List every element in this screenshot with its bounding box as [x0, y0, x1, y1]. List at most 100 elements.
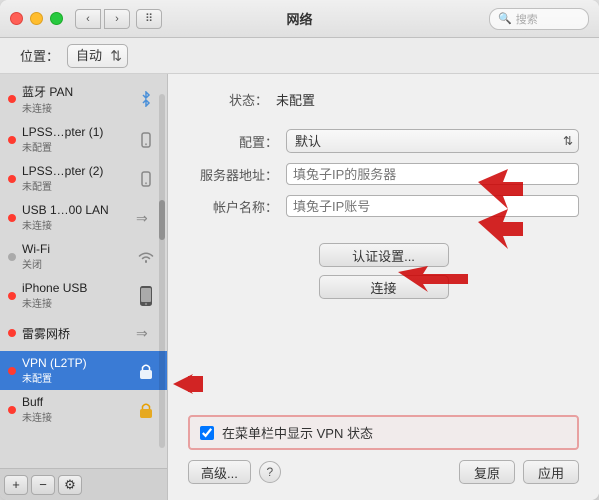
grid-button[interactable]: ⠿ — [136, 9, 162, 29]
server-input[interactable] — [286, 163, 579, 185]
item-name-thunder: 雷雾网桥 — [22, 325, 129, 342]
item-text-vpn: VPN (L2TP) 未配置 — [22, 356, 129, 385]
wifi-icon — [133, 244, 159, 270]
scrollbar-track — [159, 94, 165, 448]
sidebar-item-wifi[interactable]: Wi-Fi 关闭 — [0, 237, 167, 276]
account-row: 帐户名称： — [188, 195, 579, 217]
sidebar-item-buff[interactable]: Buff 未连接 — [0, 390, 167, 429]
status-dot-usb — [8, 214, 16, 222]
phone-icon-2 — [133, 166, 159, 192]
server-row: 服务器地址： — [188, 163, 579, 185]
sidebar-item-lpss1[interactable]: LPSS…pter (1) 未配置 — [0, 120, 167, 159]
connect-button[interactable]: 连接 — [319, 275, 449, 299]
server-label: 服务器地址： — [188, 165, 278, 184]
status-dot-wifi — [8, 253, 16, 261]
location-select[interactable]: 自动 — [67, 44, 128, 68]
item-status-buff: 未连接 — [22, 409, 129, 424]
sidebar-item-vpn[interactable]: VPN (L2TP) 未配置 — [0, 351, 167, 390]
minimize-button[interactable] — [30, 12, 43, 25]
status-dot-buff — [8, 406, 16, 414]
svg-text:⇒: ⇒ — [136, 210, 148, 226]
status-value: 未配置 — [276, 90, 315, 109]
scrollbar-thumb[interactable] — [159, 200, 165, 240]
forward-button[interactable]: › — [104, 9, 130, 29]
buttons-row: 认证设置... 连接 — [188, 243, 579, 299]
usb-icon: ⇒ — [133, 205, 159, 231]
item-text-usb: USB 1…00 LAN 未连接 — [22, 203, 129, 232]
bluetooth-icon — [133, 86, 159, 112]
status-dot-bluetooth — [8, 95, 16, 103]
auth-button[interactable]: 认证设置... — [319, 243, 449, 267]
add-button[interactable]: + — [4, 475, 28, 495]
item-status-wifi: 关闭 — [22, 256, 129, 271]
item-name-bluetooth: 蓝牙 PAN — [22, 83, 129, 100]
svg-text:⇒: ⇒ — [136, 325, 148, 341]
status-dot-vpn — [8, 367, 16, 375]
window-title: 网络 — [286, 9, 312, 28]
account-input[interactable] — [286, 195, 579, 217]
nav-buttons: ‹ › — [75, 9, 130, 29]
apply-button[interactable]: 应用 — [523, 460, 579, 484]
item-name-lpss2: LPSS…pter (2) — [22, 164, 129, 178]
sidebar-item-lpss2[interactable]: LPSS…pter (2) 未配置 — [0, 159, 167, 198]
item-status-iphone-usb: 未连接 — [22, 295, 129, 310]
sidebar: 蓝牙 PAN 未连接 LPSS…pter (1) 未配置 — [0, 74, 168, 500]
item-text-thunder: 雷雾网桥 — [22, 325, 129, 342]
sidebar-item-usb[interactable]: USB 1…00 LAN 未连接 ⇒ — [0, 198, 167, 237]
search-box[interactable]: 🔍 搜索 — [489, 8, 589, 30]
titlebar: ‹ › ⠿ 网络 🔍 搜索 — [0, 0, 599, 38]
right-panel: 状态： 未配置 配置： 默认 ⇅ 服务器地址： — [168, 74, 599, 500]
phone-icon-1 — [133, 127, 159, 153]
search-placeholder: 搜索 — [516, 11, 538, 27]
config-row: 配置： 默认 ⇅ — [188, 129, 579, 153]
location-bar: 位置： 自动 ⇅ — [0, 38, 599, 74]
main-content: 蓝牙 PAN 未连接 LPSS…pter (1) 未配置 — [0, 74, 599, 500]
item-name-usb: USB 1…00 LAN — [22, 203, 129, 217]
network-window: ‹ › ⠿ 网络 🔍 搜索 位置： 自动 ⇅ 蓝牙 — [0, 0, 599, 500]
thunder-icon: ⇒ — [133, 320, 159, 346]
status-dot-lpss1 — [8, 136, 16, 144]
config-select-wrapper: 默认 ⇅ — [286, 129, 579, 153]
search-icon: 🔍 — [498, 12, 512, 25]
sidebar-item-thunder[interactable]: 雷雾网桥 ⇒ — [0, 315, 167, 351]
item-name-vpn: VPN (L2TP) — [22, 356, 129, 370]
item-text-wifi: Wi-Fi 关闭 — [22, 242, 129, 271]
item-text-buff: Buff 未连接 — [22, 395, 129, 424]
checkbox-row: 在菜单栏中显示 VPN 状态 — [188, 415, 579, 450]
item-text-iphone-usb: iPhone USB 未连接 — [22, 281, 129, 310]
location-select-wrapper: 自动 ⇅ — [67, 44, 128, 68]
revert-button[interactable]: 复原 — [459, 460, 515, 484]
config-label: 配置： — [188, 132, 278, 151]
item-status-lpss2: 未配置 — [22, 178, 129, 193]
sidebar-item-iphone-usb[interactable]: iPhone USB 未连接 — [0, 276, 167, 315]
iphone-icon — [133, 283, 159, 309]
question-button[interactable]: ? — [259, 461, 281, 483]
bottom-buttons: 高级... ? 复原 应用 — [188, 460, 579, 484]
advanced-button[interactable]: 高级... — [188, 460, 251, 484]
back-button[interactable]: ‹ — [75, 9, 101, 29]
close-button[interactable] — [10, 12, 23, 25]
sidebar-item-bluetooth[interactable]: 蓝牙 PAN 未连接 — [0, 78, 167, 120]
bottom-section: 在菜单栏中显示 VPN 状态 高级... ? 复原 应用 — [188, 403, 579, 484]
item-name-iphone-usb: iPhone USB — [22, 281, 129, 295]
item-status-vpn: 未配置 — [22, 370, 129, 385]
gear-button[interactable]: ⚙ — [58, 475, 82, 495]
traffic-lights — [10, 12, 63, 25]
status-dot-thunder — [8, 329, 16, 337]
location-label: 位置： — [20, 46, 59, 65]
config-select[interactable]: 默认 — [286, 129, 579, 153]
maximize-button[interactable] — [50, 12, 63, 25]
sidebar-toolbar: + − ⚙ — [0, 468, 167, 500]
status-dot-lpss2 — [8, 175, 16, 183]
status-label: 状态： — [188, 90, 268, 109]
item-text-lpss2: LPSS…pter (2) 未配置 — [22, 164, 129, 193]
vpn-status-checkbox[interactable] — [200, 426, 214, 440]
item-text-bluetooth: 蓝牙 PAN 未连接 — [22, 83, 129, 115]
buff-lock-icon — [133, 397, 159, 423]
right-panel-wrapper: 状态： 未配置 配置： 默认 ⇅ 服务器地址： — [168, 74, 599, 500]
item-status-usb: 未连接 — [22, 217, 129, 232]
item-text-lpss1: LPSS…pter (1) 未配置 — [22, 125, 129, 154]
item-name-lpss1: LPSS…pter (1) — [22, 125, 129, 139]
remove-button[interactable]: − — [31, 475, 55, 495]
item-name-buff: Buff — [22, 395, 129, 409]
